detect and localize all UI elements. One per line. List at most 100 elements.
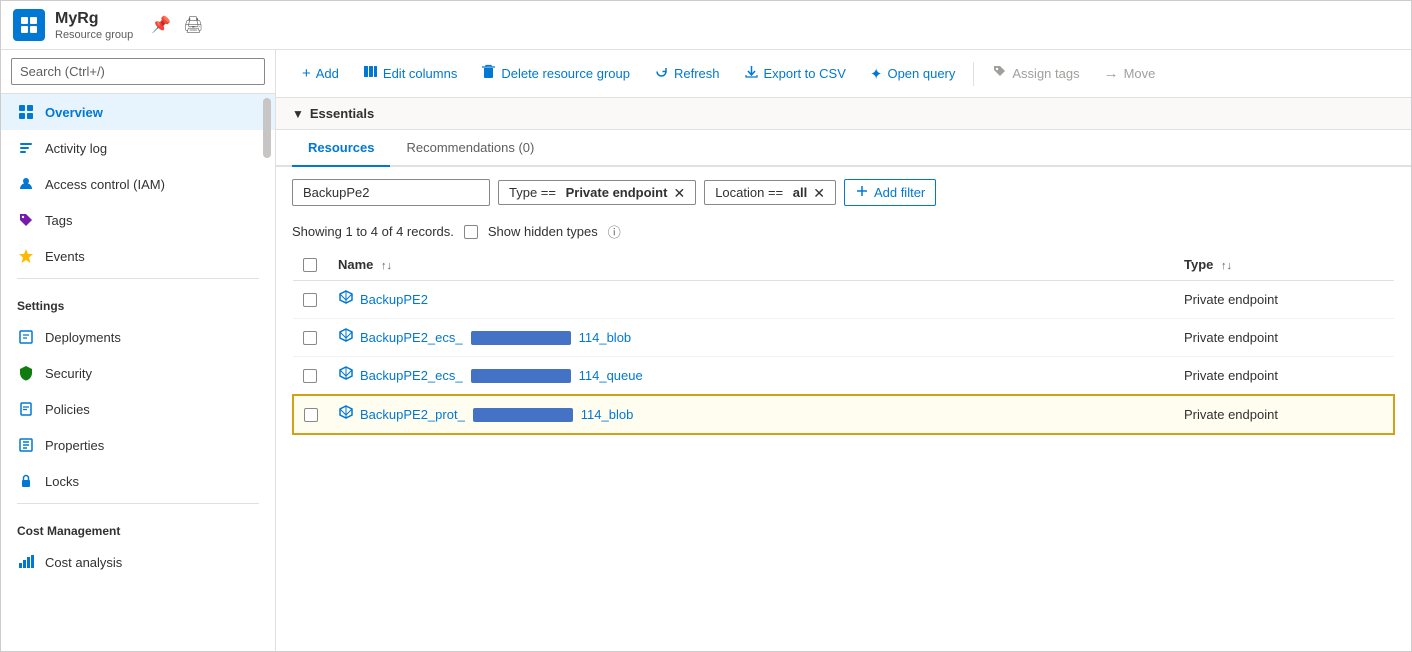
print-icon[interactable]: 🖨 bbox=[183, 15, 203, 35]
security-icon bbox=[17, 364, 35, 382]
move-button[interactable]: → Move bbox=[1094, 59, 1166, 88]
show-hidden-checkbox[interactable] bbox=[464, 225, 478, 239]
sidebar-item-iam[interactable]: Access control (IAM) bbox=[1, 166, 275, 202]
sidebar-divider-1 bbox=[17, 278, 259, 279]
toolbar: + Add Edit columns Delete resource group bbox=[276, 50, 1411, 98]
sidebar-label-overview: Overview bbox=[45, 105, 103, 120]
records-bar: Showing 1 to 4 of 4 records. Show hidden… bbox=[276, 218, 1411, 249]
move-icon: → bbox=[1104, 65, 1119, 82]
app-icon bbox=[13, 9, 45, 41]
sidebar-item-cost-analysis[interactable]: Cost analysis bbox=[1, 544, 275, 580]
locks-icon bbox=[17, 472, 35, 490]
query-icon: ✦ bbox=[870, 65, 883, 83]
row3-checkbox[interactable] bbox=[303, 369, 317, 383]
sidebar-label-security: Security bbox=[45, 366, 92, 381]
row4-redacted bbox=[473, 408, 573, 422]
sidebar-item-deployments[interactable]: Deployments bbox=[1, 319, 275, 355]
name-sort-icon[interactable]: ↑↓ bbox=[381, 260, 392, 272]
type-filter-value: Private endpoint bbox=[566, 185, 668, 200]
tab-recommendations[interactable]: Recommendations (0) bbox=[390, 130, 550, 167]
add-filter-icon bbox=[855, 184, 869, 201]
tab-resources[interactable]: Resources bbox=[292, 130, 390, 167]
resource-search-input[interactable] bbox=[292, 179, 490, 206]
app-title: MyRg bbox=[55, 9, 133, 28]
sidebar-item-security[interactable]: Security bbox=[1, 355, 275, 391]
sidebar-item-activity-log[interactable]: Activity log bbox=[1, 130, 275, 166]
content-area: + Add Edit columns Delete resource group bbox=[276, 50, 1411, 651]
row3-resource-icon bbox=[338, 365, 354, 386]
select-all-checkbox[interactable] bbox=[303, 258, 317, 272]
row2-type: Private endpoint bbox=[1174, 319, 1394, 357]
row2-prefix: BackupPE2_ecs_ bbox=[360, 330, 463, 345]
sidebar-item-events[interactable]: Events bbox=[1, 238, 275, 274]
row2-suffix: 114_blob bbox=[579, 330, 632, 345]
assign-tags-button[interactable]: Assign tags bbox=[982, 58, 1089, 89]
edit-columns-button[interactable]: Edit columns bbox=[353, 58, 467, 89]
row3-name-link[interactable]: BackupPE2_ecs_114_queue bbox=[338, 365, 1164, 386]
sidebar-label-activity: Activity log bbox=[45, 141, 107, 156]
add-filter-button[interactable]: Add filter bbox=[844, 179, 936, 206]
overview-icon bbox=[17, 103, 35, 121]
row1-checkbox[interactable] bbox=[303, 293, 317, 307]
sidebar-label-deployments: Deployments bbox=[45, 330, 121, 345]
location-filter-close[interactable]: ✕ bbox=[813, 186, 825, 200]
resources-table: Name ↑↓ Type ↑↓ bbox=[292, 249, 1395, 435]
sidebar-item-properties[interactable]: Properties bbox=[1, 427, 275, 463]
add-filter-label: Add filter bbox=[874, 185, 925, 200]
sidebar-label-events: Events bbox=[45, 249, 85, 264]
row3-suffix: 114_queue bbox=[579, 368, 643, 383]
row1-type: Private endpoint bbox=[1174, 281, 1394, 319]
sidebar-label-tags: Tags bbox=[45, 213, 72, 228]
sidebar-label-cost: Cost analysis bbox=[45, 555, 122, 570]
name-column-header: Name ↑↓ bbox=[328, 249, 1174, 281]
essentials-toggle[interactable]: ▼ Essentials bbox=[292, 106, 374, 121]
sidebar-item-policies[interactable]: Policies bbox=[1, 391, 275, 427]
edit-columns-icon bbox=[363, 64, 378, 83]
move-label: Move bbox=[1124, 66, 1156, 81]
query-button[interactable]: ✦ Open query bbox=[860, 59, 966, 89]
location-filter-chip: Location == all ✕ bbox=[704, 180, 836, 205]
sidebar-item-overview[interactable]: Overview bbox=[1, 94, 275, 130]
delete-button[interactable]: Delete resource group bbox=[471, 58, 640, 89]
row4-name-link[interactable]: BackupPE2_prot_ 114_blob bbox=[338, 404, 1164, 425]
type-sort-icon[interactable]: ↑↓ bbox=[1221, 260, 1232, 272]
refresh-icon bbox=[654, 64, 669, 83]
row2-checkbox[interactable] bbox=[303, 331, 317, 345]
tab-recommendations-label: Recommendations (0) bbox=[406, 140, 534, 155]
row1-name: BackupPE2 bbox=[360, 292, 428, 307]
row4-prefix: BackupPE2_prot_ bbox=[360, 407, 465, 422]
iam-icon bbox=[17, 175, 35, 193]
cost-analysis-icon bbox=[17, 553, 35, 571]
toolbar-divider bbox=[973, 62, 974, 86]
row2-redacted bbox=[471, 331, 571, 345]
export-label: Export to CSV bbox=[764, 66, 846, 81]
export-icon bbox=[744, 64, 759, 83]
scroll-bar bbox=[263, 98, 271, 158]
records-text: Showing 1 to 4 of 4 records. bbox=[292, 224, 454, 239]
row4-resource-icon bbox=[338, 404, 354, 425]
app-subtitle: Resource group bbox=[55, 29, 133, 41]
export-button[interactable]: Export to CSV bbox=[734, 58, 856, 89]
assign-tags-label: Assign tags bbox=[1012, 66, 1079, 81]
row1-name-link[interactable]: BackupPE2 bbox=[338, 289, 1164, 310]
sidebar-item-locks[interactable]: Locks bbox=[1, 463, 275, 499]
row4-type: Private endpoint bbox=[1174, 395, 1394, 434]
search-input[interactable] bbox=[11, 58, 265, 85]
sidebar-label-properties: Properties bbox=[45, 438, 104, 453]
row4-suffix: 114_blob bbox=[581, 407, 634, 422]
type-filter-chip: Type == Private endpoint ✕ bbox=[498, 180, 696, 205]
row4-checkbox[interactable] bbox=[304, 408, 318, 422]
refresh-button[interactable]: Refresh bbox=[644, 58, 730, 89]
row2-name-link[interactable]: BackupPE2_ecs_ 114_blob bbox=[338, 327, 1164, 348]
show-hidden-label: Show hidden types bbox=[488, 224, 598, 239]
add-label: Add bbox=[316, 66, 339, 81]
add-button[interactable]: + Add bbox=[292, 59, 349, 88]
type-filter-close[interactable]: ✕ bbox=[673, 186, 685, 200]
essentials-chevron-icon: ▼ bbox=[292, 107, 304, 121]
pin-icon[interactable]: 📌 bbox=[151, 15, 171, 35]
sidebar-label-iam: Access control (IAM) bbox=[45, 177, 165, 192]
filter-bar: Type == Private endpoint ✕ Location == a… bbox=[276, 167, 1411, 218]
sidebar-item-tags[interactable]: Tags bbox=[1, 202, 275, 238]
type-column-header: Type ↑↓ bbox=[1174, 249, 1394, 281]
location-filter-value: all bbox=[793, 185, 807, 200]
